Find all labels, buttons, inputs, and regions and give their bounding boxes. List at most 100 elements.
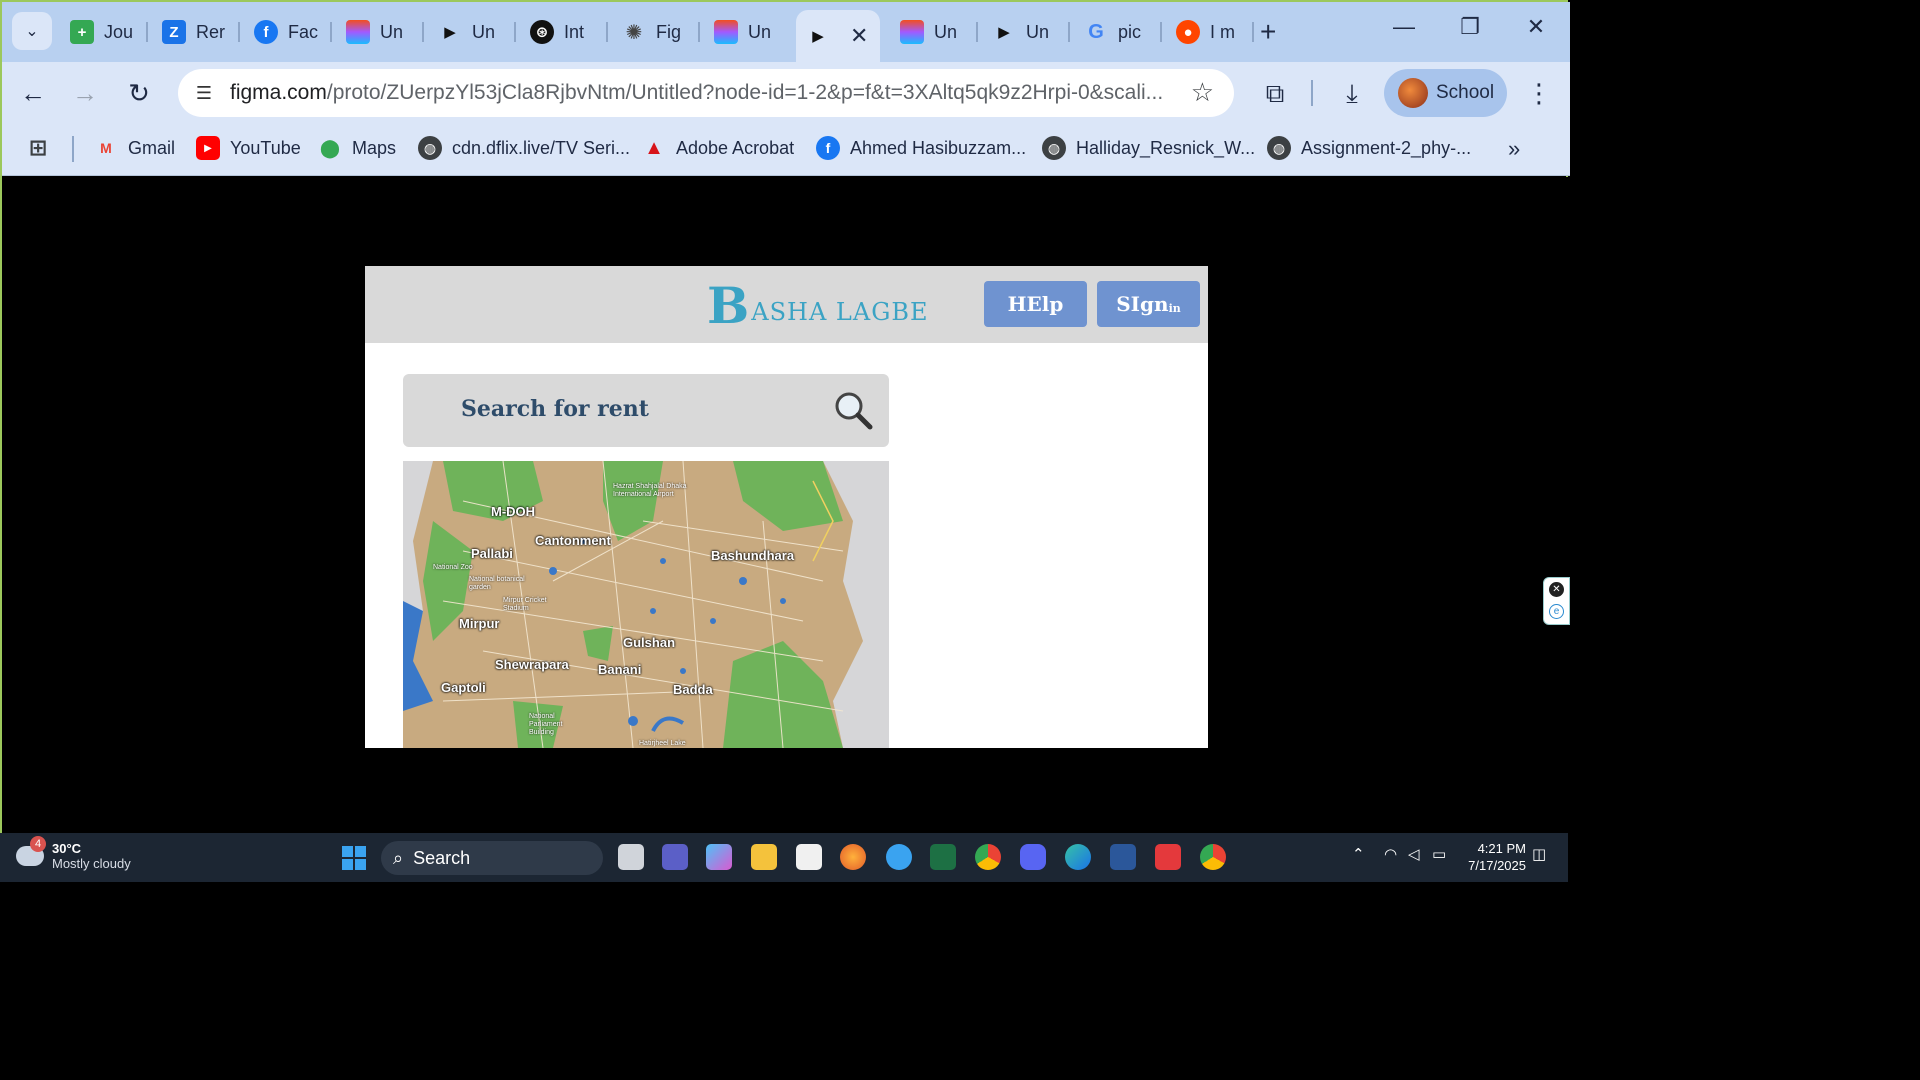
tab-active-proto[interactable]: ▶ ✕ [796,10,880,62]
tab-figma-1[interactable]: Un [336,12,424,52]
tab-search-button[interactable]: ⌄ [12,12,52,50]
bookmark-dflix[interactable]: ◍ cdn.dflix.live/TV Seri... [418,136,630,160]
search-input[interactable]: Search for rent [403,374,889,447]
tab-strip: ⌄ + Jou Z Rer f Fac Un ▶ Un ⊛ Int ✺ Fig [2,2,1570,62]
close-icon[interactable]: ✕ [1549,582,1564,597]
play-icon: ▶ [812,28,824,45]
extensions-icon[interactable]: ⧉ [1258,76,1292,110]
bookmark-halliday[interactable]: ◍ Halliday_Resnick_W... [1042,136,1255,160]
task-view-icon[interactable] [618,844,644,870]
chatgpt-icon: ⊛ [530,20,554,44]
site-header: B ASHA LAGBE HElp SIgn in [365,266,1208,343]
map-label-bashundhara: Bashundhara [711,548,795,563]
site-logo[interactable]: B ASHA LAGBE [707,281,929,331]
figma-icon [346,20,370,44]
acrobat-icon: ▲ [644,136,664,159]
figma-icon [900,20,924,44]
tab-proto-1[interactable]: ▶ Un [428,12,516,52]
volume-icon[interactable]: ◁ [1408,845,1420,863]
tab-reddit[interactable]: ● I m [1166,12,1254,52]
tab-figma-3[interactable]: Un [890,12,978,52]
site-info-icon[interactable]: ☰ [190,79,218,107]
battery-icon[interactable]: ▭ [1432,845,1446,863]
copilot-icon[interactable] [706,844,732,870]
excel-icon[interactable] [930,844,956,870]
chrome-icon[interactable] [975,844,1001,870]
signin-button[interactable]: SIgn in [1097,281,1200,327]
minimize-button[interactable]: — [1384,14,1424,40]
gmail-icon: M [100,140,112,156]
download-icon[interactable]: ⤓ [1335,76,1369,110]
play-icon: ▶ [444,24,456,41]
facebook-icon: f [254,20,278,44]
map-poi-airport: Hazrat Shahjalal Dhaka International Air… [613,483,687,498]
file-explorer-icon[interactable] [751,844,777,870]
tab-rent[interactable]: Z Rer [152,12,240,52]
tab-facebook[interactable]: f Fac [244,12,332,52]
map-label-banani: Banani [598,662,642,677]
side-widget[interactable]: ✕ e [1543,577,1570,625]
map-label-mirpur: Mirpur [459,616,500,631]
tab-fig[interactable]: ✺ Fig [612,12,700,52]
close-tab-icon[interactable]: ✕ [850,23,868,49]
store-icon[interactable] [796,844,822,870]
map-poi-parliament: National Parliament Building [529,713,563,736]
discord-icon[interactable] [1020,844,1046,870]
chrome-active-icon[interactable] [1200,844,1226,870]
apps-grid-icon[interactable]: ⊞ [26,135,50,160]
area-map[interactable]: M-DOH Cantonment Pallabi Bashundhara Mir… [403,461,889,748]
tab-sheets[interactable]: + Jou [60,12,148,52]
restore-button[interactable]: ❐ [1450,14,1490,40]
bookmark-assignment[interactable]: ◍ Assignment-2_phy-... [1267,136,1471,160]
firefox-icon[interactable] [840,844,866,870]
map-label-mdoh: M-DOH [491,504,536,519]
wifi-icon[interactable]: ◠ [1384,845,1397,863]
bookmark-acrobat[interactable]: ▲ Adobe Acrobat [642,136,794,160]
cloud-icon: 4 [16,836,46,866]
bookmark-youtube[interactable]: ▶ YouTube [196,136,301,160]
reddit-icon: ● [1176,20,1200,44]
profile-button[interactable]: School [1384,69,1507,117]
reload-button[interactable]: ↻ [122,76,156,110]
address-bar[interactable]: ☰ figma.com/proto/ZUerpzYl53jCla8RjbvNtm… [178,69,1234,117]
weather-widget[interactable]: 4 30°C Mostly cloudy [16,836,131,871]
tab-proto-2[interactable]: ▶ Un [982,12,1070,52]
search-icon: ⌕ [393,847,404,868]
bookmark-ahmed[interactable]: f Ahmed Hasibuzzam... [816,136,1026,160]
taskbar-search[interactable]: ⌕ Search [381,841,603,875]
avatar [1398,78,1428,108]
bookmark-gmail[interactable]: M Gmail [94,136,175,160]
bookmarks-bar: ⊞ M Gmail ▶ YouTube ⬤ Maps ◍ cdn.dflix.live/… [2,122,1570,176]
chevron-up-icon[interactable]: ⌃ [1352,845,1365,863]
close-window-button[interactable]: ✕ [1516,14,1556,40]
new-tab-button[interactable]: + [1260,16,1276,48]
map-label-cantonment: Cantonment [535,533,611,548]
menu-kebab-icon[interactable]: ⋮ [1522,76,1556,110]
back-button[interactable]: ← [16,76,50,110]
bookmark-star-icon[interactable]: ☆ [1191,77,1214,108]
tab-chatgpt[interactable]: ⊛ Int [520,12,608,52]
chevron-down-icon: ⌄ [25,23,39,40]
help-app-icon[interactable] [886,844,912,870]
wps-icon[interactable] [1155,844,1181,870]
browser-window: ⌄ + Jou Z Rer f Fac Un ▶ Un ⊛ Int ✺ Fig [0,0,1570,835]
map-label-pallabi: Pallabi [471,546,513,561]
bookmark-maps[interactable]: ⬤ Maps [318,136,396,160]
edge-icon[interactable]: e [1549,604,1564,619]
help-button[interactable]: HElp [984,281,1087,327]
edge-icon[interactable] [1065,844,1091,870]
notification-icon[interactable]: ◫ [1532,845,1546,863]
tab-figma-2[interactable]: Un [704,12,792,52]
teams-icon[interactable] [662,844,688,870]
clock[interactable]: 4:21 PM 7/17/2025 [1462,840,1526,874]
search-icon[interactable] [833,390,873,430]
url-text[interactable]: figma.com/proto/ZUerpzYl53jCla8RjbvNtm/U… [230,81,1170,105]
tab-google[interactable]: G pic [1074,12,1162,52]
map-label-shewrapara: Shewrapara [495,657,569,672]
forward-button[interactable]: → [68,76,102,110]
start-button[interactable] [342,846,366,870]
map-label-badda: Badda [673,682,713,697]
facebook-icon: f [816,136,840,160]
more-bookmarks-icon[interactable]: » [1508,136,1520,162]
word-icon[interactable] [1110,844,1136,870]
